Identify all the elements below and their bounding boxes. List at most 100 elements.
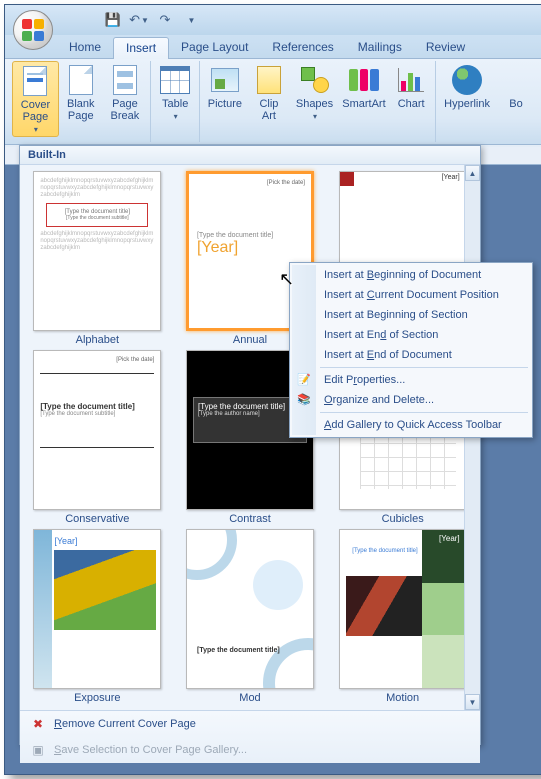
tab-insert[interactable]: Insert — [113, 37, 169, 59]
thumb-title: [Type the document title] — [197, 647, 280, 654]
thumb-subtitle: [Type the document subtitle] — [40, 411, 154, 417]
scroll-up-button[interactable]: ▲ — [465, 165, 480, 181]
table-button[interactable]: Table ▾ — [154, 61, 196, 123]
button-label: Table — [162, 98, 188, 110]
button-label: Picture — [208, 98, 242, 110]
ribbon-tabs: Home Insert Page Layout References Maili… — [5, 35, 541, 59]
redo-button[interactable]: ↷ — [155, 10, 175, 30]
button-label: Chart — [398, 98, 425, 110]
button-label: Cover Page — [18, 99, 53, 123]
gallery-footer: ✖ RRemove Current Cover Pageemove Curren… — [20, 710, 480, 763]
undo-button[interactable]: ↶▼ — [129, 10, 149, 30]
bookmark-button-partial[interactable]: Bo — [495, 61, 537, 112]
page-break-icon — [113, 65, 137, 95]
thumb-title: [Type the document title] — [352, 548, 417, 554]
thumb-year: [Year] — [54, 536, 77, 546]
remove-cover-page-button[interactable]: ✖ RRemove Current Cover Pageemove Curren… — [20, 711, 480, 737]
clip-art-button[interactable]: Clip Art — [247, 61, 292, 124]
ribbon-group-links: Hyperlink Bo — [436, 61, 540, 142]
thumb-label: Exposure — [74, 692, 120, 704]
thumb-sidebars — [422, 530, 466, 688]
button-label: Clip Art — [252, 98, 287, 122]
save-button[interactable]: 💾 — [103, 10, 123, 30]
tab-references[interactable]: References — [260, 37, 345, 58]
ctx-organize-delete[interactable]: 📚 Organize and Delete... — [292, 390, 530, 410]
circle-icon — [186, 529, 237, 580]
tab-mailings[interactable]: Mailings — [346, 37, 414, 58]
gallery-item-mod[interactable]: [Type the document title] Mod — [177, 529, 324, 704]
chevron-down-icon: ▾ — [34, 125, 38, 134]
circle-icon — [263, 638, 314, 689]
gallery-item-alphabet[interactable]: abcdefghijklmnopqrstuvwxyzabcdefghijklmn… — [24, 171, 171, 346]
save-icon: ▣ — [30, 742, 46, 758]
hyperlink-button[interactable]: Hyperlink — [439, 61, 495, 112]
office-button[interactable] — [13, 10, 53, 50]
thumb-year: [Year] — [442, 174, 460, 181]
ctx-add-to-qat[interactable]: Add Gallery to Quick Access Toolbar — [292, 415, 530, 435]
thumb-image-placeholder — [54, 550, 156, 630]
button-label: Page Break — [108, 98, 143, 122]
redo-icon: ↷ — [160, 12, 171, 28]
office-logo-icon — [22, 19, 44, 41]
circle-icon — [253, 560, 303, 610]
tab-page-layout[interactable]: Page Layout — [169, 37, 260, 58]
cover-page-button[interactable]: Cover Page ▾ — [12, 61, 59, 137]
tab-review[interactable]: Review — [414, 37, 477, 58]
word-window: 💾 ↶▼ ↷ ▼ Home Insert Page Layout Referen… — [4, 4, 541, 775]
thumb-title: [Type the document title] — [40, 402, 154, 411]
globe-icon — [452, 65, 482, 95]
thumb-label: Contrast — [229, 513, 271, 525]
chart-button[interactable]: Chart — [390, 61, 432, 112]
thumb-label: Alphabet — [76, 334, 119, 346]
context-menu: Insert at Beginning of Document Insert a… — [289, 262, 533, 438]
picture-button[interactable]: Picture — [203, 61, 246, 112]
thumb-label: Annual — [233, 334, 267, 346]
scroll-down-button[interactable]: ▼ — [465, 694, 480, 710]
gallery-item-exposure[interactable]: [Year] Exposure — [24, 529, 171, 704]
ctx-insert-current-pos[interactable]: Insert at Current Document Position — [292, 285, 530, 305]
chart-icon — [398, 68, 424, 92]
gallery-item-conservative[interactable]: [Pick the date] [Type the document title… — [24, 350, 171, 525]
thumb-label: Motion — [386, 692, 419, 704]
chevron-down-icon: ▾ — [174, 112, 178, 121]
thumb-sidebar — [34, 530, 52, 688]
button-label: Blank Page — [64, 98, 98, 122]
button-label: Shapes — [296, 98, 333, 110]
table-icon — [160, 66, 190, 94]
remove-icon: ✖ — [30, 716, 46, 732]
ctx-insert-beginning-doc[interactable]: Insert at Beginning of Document — [292, 265, 530, 285]
thumb-title-box: [Type the document title] [Type the docu… — [46, 203, 148, 227]
thumb-filler-text: abcdefghijklmnopqrstuvwxyzabcdefghijklmn… — [40, 231, 154, 252]
separator — [320, 412, 528, 413]
properties-icon: 📝 — [297, 373, 313, 389]
button-label: Bo — [509, 98, 522, 110]
thumb-label: Mod — [239, 692, 260, 704]
tab-home[interactable]: Home — [57, 37, 113, 58]
shapes-button[interactable]: Shapes▾ — [291, 61, 337, 123]
ctx-insert-end-doc[interactable]: Insert at End of Document — [292, 345, 530, 365]
smartart-button[interactable]: SmartArt — [338, 61, 390, 112]
ctx-insert-end-section[interactable]: Insert at End of Section — [292, 325, 530, 345]
blank-page-icon — [69, 65, 93, 95]
ctx-edit-properties[interactable]: 📝 Edit Properties... — [292, 370, 530, 390]
ribbon-group-illustrations: Picture Clip Art Shapes▾ SmartArt Chart — [200, 61, 436, 142]
blank-page-button[interactable]: Blank Page — [59, 61, 103, 124]
page-break-button[interactable]: Page Break — [103, 61, 148, 124]
thumb-date: [Pick the date] — [195, 180, 305, 186]
cover-page-gallery: Built-In abcdefghijklmnopqrstuvwxyzabcde… — [19, 145, 481, 745]
ribbon-group-tables: Table ▾ — [151, 61, 200, 142]
qat-customize-button[interactable]: ▼ — [181, 10, 201, 30]
quick-access-toolbar: 💾 ↶▼ ↷ ▼ — [103, 10, 201, 30]
titlebar: 💾 ↶▼ ↷ ▼ — [5, 5, 541, 35]
ctx-insert-beginning-section[interactable]: Insert at Beginning of Section — [292, 305, 530, 325]
chevron-down-icon: ▼ — [188, 16, 196, 25]
gallery-item-motion[interactable]: [Year] [Type the document title] Motion — [329, 529, 476, 704]
save-icon: 💾 — [105, 12, 121, 28]
organize-icon: 📚 — [297, 393, 313, 409]
cover-page-icon — [23, 66, 47, 96]
button-label: SmartArt — [342, 98, 385, 110]
accent-bar — [340, 172, 354, 186]
thumb-label: Conservative — [65, 513, 129, 525]
clip-art-icon — [257, 66, 281, 94]
thumb-image-placeholder — [346, 576, 422, 636]
